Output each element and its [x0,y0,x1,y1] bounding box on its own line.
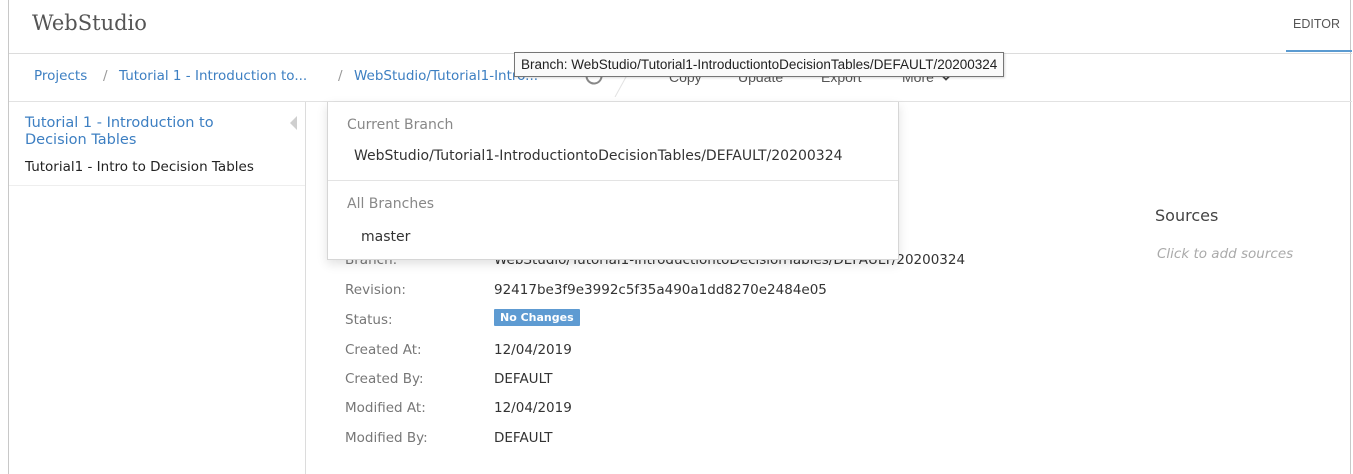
sidebar-divider [9,185,305,186]
status-label: Status: [345,312,393,328]
branch-dropdown: Current Branch WebStudio/Tutorial1-Intro… [327,102,899,260]
breadcrumb-project-link[interactable]: Tutorial 1 - Introduction to... [119,68,307,84]
created-at-label: Created At: [345,342,422,358]
editor-tab[interactable]: EDITOR [1293,17,1340,31]
branch-item-master[interactable]: master [361,229,410,245]
revision-value: 92417be3f9e3992c5f35a490a1dd8270e2484e05 [494,282,827,298]
modified-at-label: Modified At: [345,400,426,416]
project-sidebar: Tutorial 1 - Introduction to Decision Ta… [9,102,306,474]
branch-tooltip: Branch: WebStudio/Tutorial1-Introduction… [514,52,1005,77]
breadcrumb-separator: / [103,68,108,84]
app-title: WebStudio [32,11,147,35]
dropdown-divider [328,180,898,181]
sidebar-project-title[interactable]: Tutorial 1 - Introduction to Decision Ta… [25,115,255,149]
created-by-value: DEFAULT [494,371,553,387]
sources-title: Sources [1155,206,1219,225]
breadcrumb-branch-link[interactable]: WebStudio/Tutorial1-Intro... [354,68,538,84]
app-frame: WebStudio EDITOR Projects / Tutorial 1 -… [8,0,1352,474]
created-by-label: Created By: [345,371,424,387]
status-badge: No Changes [494,309,580,326]
all-branches-header: All Branches [347,196,435,212]
modified-by-label: Modified By: [345,430,428,446]
app-header: WebStudio EDITOR [9,0,1352,54]
breadcrumb-projects-link[interactable]: Projects [34,68,87,84]
breadcrumb-separator: / [338,68,343,84]
current-branch-item[interactable]: WebStudio/Tutorial1-IntroductiontoDecisi… [354,148,843,164]
add-sources-link[interactable]: Click to add sources [1157,246,1293,262]
editor-tab-indicator [1286,50,1352,52]
current-branch-header: Current Branch [347,117,454,133]
created-at-value: 12/04/2019 [494,342,572,358]
sidebar-item-module[interactable]: Tutorial1 - Intro to Decision Tables [25,159,254,175]
revision-label: Revision: [345,282,406,298]
modified-by-value: DEFAULT [494,430,553,446]
collapse-left-icon[interactable] [290,116,297,130]
modified-at-value: 12/04/2019 [494,400,572,416]
